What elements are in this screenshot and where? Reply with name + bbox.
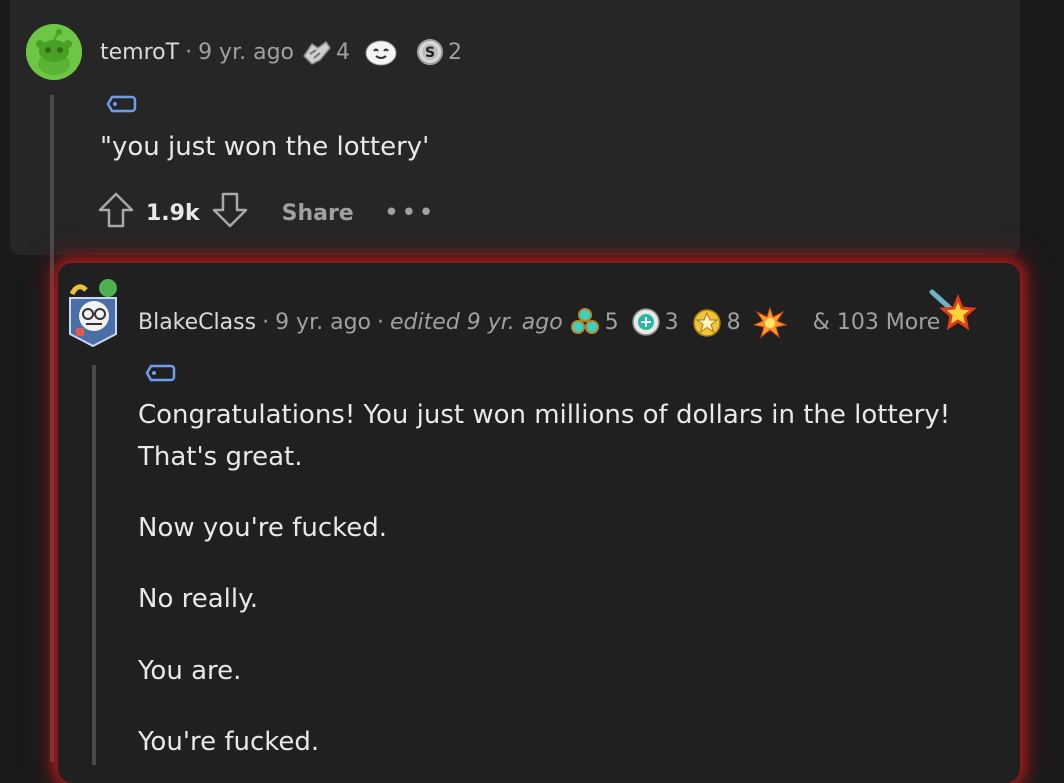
triple-orb-award-icon[interactable]: [569, 306, 601, 338]
comment-paragraph: You're fucked.: [138, 727, 320, 757]
avatar[interactable]: [64, 276, 124, 348]
comment-paragraph: Now you're fucked.: [138, 513, 388, 543]
avatar[interactable]: [26, 24, 82, 80]
downvote-icon[interactable]: [210, 190, 250, 236]
comment-meta: temroT · 9 yr. ago 4 S 2: [100, 36, 462, 68]
more-options-button[interactable]: •••: [384, 198, 436, 228]
author-name[interactable]: BlakeClass: [138, 310, 256, 335]
author-name[interactable]: temroT: [100, 40, 179, 65]
shooting-star-award-icon[interactable]: [928, 288, 978, 338]
award-count: 8: [726, 309, 741, 335]
timestamp[interactable]: 9 yr. ago: [198, 40, 294, 65]
silver-coin-award-icon[interactable]: S: [416, 38, 444, 66]
award-count: 5: [604, 309, 619, 335]
snoo-avatar-icon: [26, 24, 82, 80]
comment-body: "you just won the lottery': [100, 132, 430, 162]
tag-icon[interactable]: [145, 362, 177, 388]
timestamp[interactable]: 9 yr. ago: [275, 310, 371, 335]
thread-line[interactable]: [92, 365, 96, 765]
robot-avatar-icon: [69, 279, 117, 348]
comment-actions: 1.9k Share •••: [96, 190, 436, 236]
wholesome-face-award-icon[interactable]: [364, 37, 398, 67]
separator: ·: [377, 309, 384, 335]
award-count: 4: [336, 39, 350, 65]
comment-paragraph: Congratulations! You just won millions o…: [138, 400, 951, 430]
vote-score: 1.9k: [146, 200, 200, 226]
handshake-award-icon[interactable]: [300, 36, 332, 68]
more-awards-link[interactable]: & 103 More: [813, 310, 941, 335]
award-count: 2: [448, 39, 462, 65]
edited-label: edited 9 yr. ago: [390, 309, 563, 335]
tag-icon[interactable]: [106, 93, 138, 119]
separator: ·: [262, 309, 270, 335]
comment-paragraph: You are.: [138, 656, 242, 686]
svg-text:S: S: [425, 45, 435, 61]
explosion-award-icon[interactable]: [752, 306, 787, 338]
share-button[interactable]: Share: [282, 201, 354, 226]
award-count: 3: [664, 309, 679, 335]
thread-line[interactable]: [50, 95, 54, 762]
comment-paragraph: That's great.: [138, 442, 303, 472]
comment-paragraph: No really.: [138, 584, 259, 614]
separator: ·: [185, 39, 193, 65]
gold-star-award-icon[interactable]: [691, 306, 723, 338]
upvote-icon[interactable]: [96, 190, 136, 236]
comment-meta: BlakeClass · 9 yr. ago · edited 9 yr. ag…: [138, 306, 940, 338]
target-award-icon[interactable]: [631, 307, 661, 337]
